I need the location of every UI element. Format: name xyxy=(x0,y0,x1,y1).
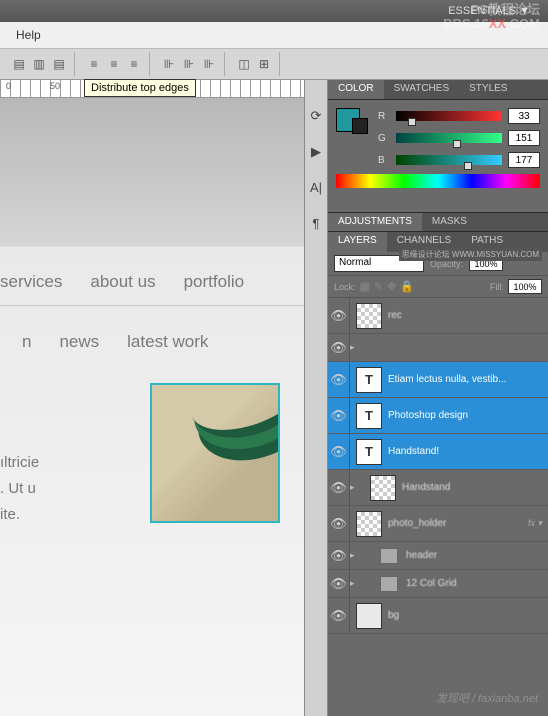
character-icon[interactable]: A| xyxy=(307,180,325,198)
layer-row[interactable]: 👁 T Etiam lectus nulla, vestib... xyxy=(328,362,548,398)
folder-icon[interactable] xyxy=(380,548,398,564)
distribute-left-icon[interactable]: ⊪ xyxy=(160,55,178,73)
slider-g[interactable] xyxy=(396,133,502,143)
distribute-top-icon[interactable]: ≡ xyxy=(85,55,103,73)
divider xyxy=(0,305,304,306)
visibility-toggle[interactable]: 👁 xyxy=(328,334,350,361)
layer-row[interactable]: 👁 T Photoshop design xyxy=(328,398,548,434)
layer-thumb[interactable] xyxy=(356,603,382,629)
lock-transparent-icon[interactable]: ▦ xyxy=(360,280,370,293)
lock-all-icon[interactable]: 🔒 xyxy=(400,280,414,293)
watermark-bottom: 发现吧 / faxianba.net xyxy=(436,690,538,706)
distribute-group-2: ⊪ ⊪ ⊪ xyxy=(154,52,225,76)
distribute-vcenter-icon[interactable]: ≡ xyxy=(105,55,123,73)
tab-masks[interactable]: MASKS xyxy=(422,213,477,231)
align-center-icon[interactable]: ▥ xyxy=(30,55,48,73)
align-group-1: ▤ ▥ ▤ xyxy=(4,52,75,76)
color-panel-tabs: COLOR SWATCHES STYLES xyxy=(328,80,548,100)
right-panels: COLOR SWATCHES STYLES R 33 G 151 B 1 xyxy=(328,80,548,716)
visibility-toggle[interactable]: 👁 xyxy=(328,434,350,469)
slider-r[interactable] xyxy=(396,111,502,121)
nav-row-2: n news latest work xyxy=(0,332,304,352)
nav-latest[interactable]: latest work xyxy=(127,332,208,352)
3d-icon[interactable]: ⊞ xyxy=(255,55,273,73)
watermark-mid: 思缘设计论坛 WWW.MISSYUAN.COM xyxy=(399,248,542,261)
fx-badge[interactable]: fx ▾ xyxy=(522,518,548,529)
layer-thumb[interactable] xyxy=(370,475,396,501)
input-g[interactable]: 151 xyxy=(508,130,540,146)
tab-swatches[interactable]: SWATCHES xyxy=(384,80,460,99)
visibility-toggle[interactable]: 👁 xyxy=(328,598,350,633)
expand-icon[interactable]: ▸ xyxy=(350,578,360,589)
folder-icon[interactable] xyxy=(380,576,398,592)
distribute-bottom-icon[interactable]: ≡ xyxy=(125,55,143,73)
adjustments-tabs: ADJUSTMENTS MASKS xyxy=(328,212,548,232)
layer-list: 👁 rec 👁 ▸ 👁 T Etiam lectus nulla, vestib… xyxy=(328,298,548,716)
slider-b[interactable] xyxy=(396,155,502,165)
visibility-toggle[interactable]: 👁 xyxy=(328,298,350,333)
nav-about[interactable]: about us xyxy=(90,272,155,292)
tab-layers[interactable]: LAYERS xyxy=(328,232,387,252)
visibility-toggle[interactable]: 👁 xyxy=(328,470,350,505)
distribute-hcenter-icon[interactable]: ⊪ xyxy=(180,55,198,73)
layers-panel: LAYERS CHANNELS PATHS Normal Opacity: 10… xyxy=(328,232,548,716)
input-b[interactable]: 177 xyxy=(508,152,540,168)
fill-input[interactable]: 100% xyxy=(508,279,542,294)
nav-row-1: services about us portfolio xyxy=(0,272,304,292)
visibility-toggle[interactable]: 👁 xyxy=(328,542,350,569)
layer-row[interactable]: 👁 ▸ Handstand xyxy=(328,470,548,506)
menu-help[interactable]: Help xyxy=(8,24,49,46)
visibility-toggle[interactable]: 👁 xyxy=(328,570,350,597)
body-text: ıltricie . Ut u ite. xyxy=(0,450,39,528)
layer-group-row[interactable]: 👁 ▸ xyxy=(328,334,548,362)
photo-placeholder[interactable] xyxy=(150,383,280,523)
canvas-area[interactable]: 0 50 services about us portfolio n news … xyxy=(0,80,304,716)
layer-row[interactable]: 👁 T Handstand! xyxy=(328,434,548,470)
layer-group-row[interactable]: 👁 ▸ 12 Col Grid xyxy=(328,570,548,598)
paragraph-icon[interactable]: ¶ xyxy=(307,216,325,234)
align-left-icon[interactable]: ▤ xyxy=(10,55,28,73)
input-r[interactable]: 33 xyxy=(508,108,540,124)
distribute-group-1: ≡ ≡ ≡ xyxy=(79,52,150,76)
type-layer-icon[interactable]: T xyxy=(356,367,382,393)
tab-adjustments[interactable]: ADJUSTMENTS xyxy=(328,213,422,231)
align-right-icon[interactable]: ▤ xyxy=(50,55,68,73)
collapsed-panels: ⟳ ▶ A| ¶ xyxy=(304,80,328,716)
visibility-toggle[interactable]: 👁 xyxy=(328,362,350,397)
visibility-toggle[interactable]: 👁 xyxy=(328,506,350,541)
type-layer-icon[interactable]: T xyxy=(356,439,382,465)
color-spectrum[interactable] xyxy=(336,174,540,188)
lock-position-icon[interactable]: ✥ xyxy=(387,280,396,293)
document-canvas[interactable]: services about us portfolio n news lates… xyxy=(0,98,304,716)
nav-news[interactable]: news xyxy=(59,332,99,352)
layer-thumb[interactable] xyxy=(356,511,382,537)
layer-row[interactable]: 👁 bg xyxy=(328,598,548,634)
misc-group: ◫ ⊞ xyxy=(229,52,280,76)
nav-portfolio[interactable]: portfolio xyxy=(184,272,244,292)
type-layer-icon[interactable]: T xyxy=(356,403,382,429)
layer-thumb[interactable] xyxy=(356,303,382,329)
actions-icon[interactable]: ▶ xyxy=(307,144,325,162)
auto-align-icon[interactable]: ◫ xyxy=(235,55,253,73)
expand-icon[interactable]: ▸ xyxy=(350,550,360,561)
layer-row[interactable]: 👁 photo_holder fx ▾ xyxy=(328,506,548,542)
tab-color[interactable]: COLOR xyxy=(328,80,384,99)
layer-group-row[interactable]: 👁 ▸ header xyxy=(328,542,548,570)
distribute-right-icon[interactable]: ⊪ xyxy=(200,55,218,73)
layer-row[interactable]: 👁 rec xyxy=(328,298,548,334)
watermark-top: PS教程论坛 BBS.16XX.COM xyxy=(443,3,540,31)
expand-icon[interactable]: ▸ xyxy=(350,482,360,493)
lock-paint-icon[interactable]: ✎ xyxy=(374,280,383,293)
tooltip: Distribute top edges xyxy=(84,79,196,97)
color-panel: R 33 G 151 B 177 xyxy=(328,100,548,212)
background-color[interactable] xyxy=(352,118,368,134)
expand-icon[interactable]: ▸ xyxy=(350,342,360,353)
visibility-toggle[interactable]: 👁 xyxy=(328,398,350,433)
history-icon[interactable]: ⟳ xyxy=(307,108,325,126)
tab-styles[interactable]: STYLES xyxy=(459,80,517,99)
options-toolbar: ▤ ▥ ▤ ≡ ≡ ≡ ⊪ ⊪ ⊪ ◫ ⊞ Distribute top edg… xyxy=(0,48,548,80)
nav-services[interactable]: services xyxy=(0,272,62,292)
